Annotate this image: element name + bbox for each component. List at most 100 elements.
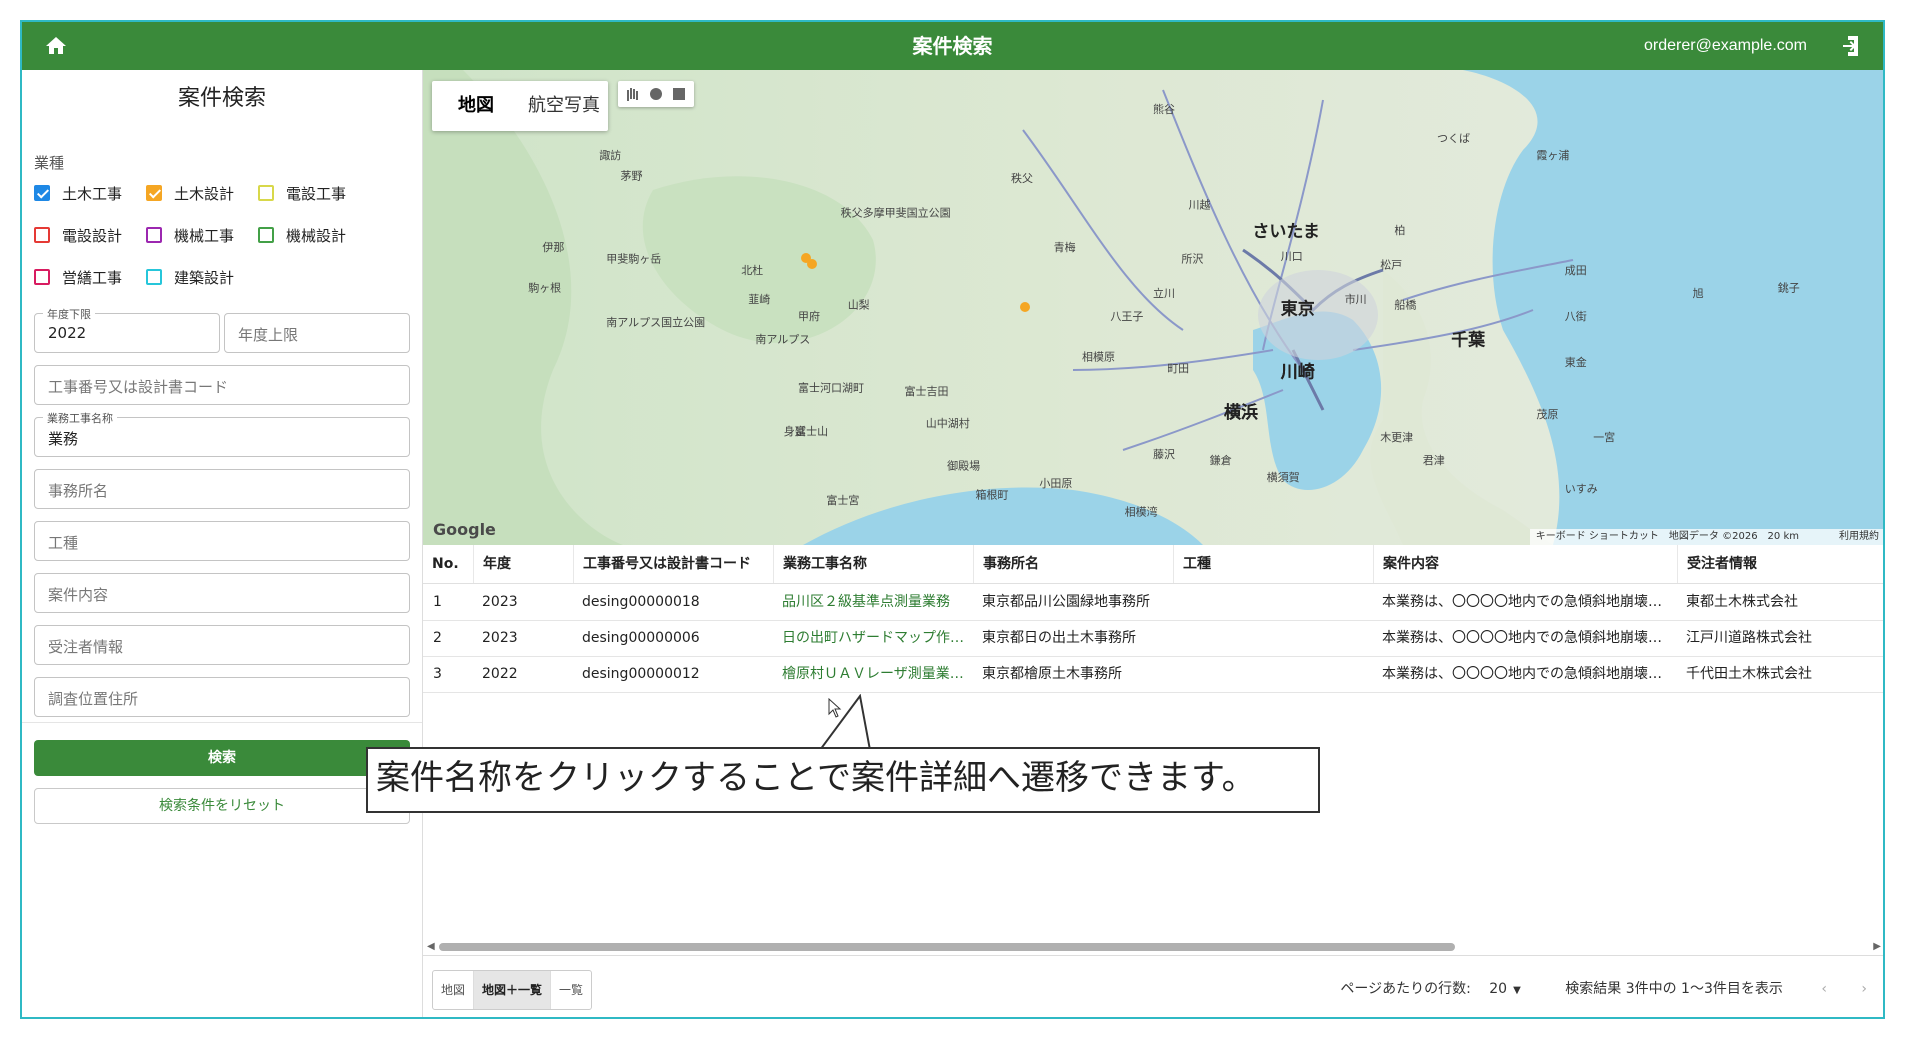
checkbox-icon[interactable]	[258, 227, 274, 243]
checkbox-kikai-sekkei[interactable]: 機械設計	[258, 222, 346, 248]
map-place-label: 富士河口湖町	[798, 380, 864, 394]
checkbox-icon[interactable]	[146, 269, 162, 285]
office-field[interactable]: 事務所名	[34, 469, 410, 509]
map-place-label: 伊那	[542, 241, 564, 254]
checkbox-icon[interactable]	[34, 269, 50, 285]
col-year[interactable]: 年度	[473, 545, 573, 583]
map-view[interactable]: 熊谷 さいたま 川口 東京 千葉 川崎 横浜 八王子 相模原 船橋 横須賀 藤沢 富士山 甲府 秩父 つくば成…	[423, 70, 1885, 545]
checkbox-icon[interactable]	[258, 185, 274, 201]
checkbox-label: 機械工事	[174, 226, 235, 245]
search-button[interactable]: 検索	[34, 740, 410, 776]
scroll-left-arrow[interactable]: ◀	[427, 941, 435, 952]
map-place-label: 船橋	[1394, 298, 1416, 312]
map-place-label: 山梨	[848, 298, 870, 312]
table-row[interactable]: 2 2023 desing00000006 日の出町ハザードマップ作… 東京都日…	[423, 620, 1883, 657]
cell-content: 本業務は、〇〇〇〇地内での急傾斜地崩壊…	[1382, 630, 1662, 646]
hand-icon[interactable]	[627, 88, 638, 101]
category-label: 業種	[34, 154, 65, 172]
checkbox-doboku-sekkei[interactable]: 土木設計	[146, 180, 234, 206]
map-tab-aerial[interactable]: 航空写真	[520, 81, 608, 131]
user-email: orderer@example.com	[1644, 37, 1807, 54]
col-office[interactable]: 事務所名	[973, 545, 1173, 583]
map-place-label: 秩父多摩甲斐国立公園	[841, 206, 951, 220]
col-no[interactable]: No.	[423, 545, 473, 583]
cell-contractor: 東都土木株式会社	[1686, 594, 1798, 610]
checkbox-icon[interactable]	[34, 227, 50, 243]
work-type-field[interactable]: 工種	[34, 521, 410, 561]
checkbox-label: 機械設計	[286, 226, 347, 245]
col-code[interactable]: 工事番号又は設計書コード	[573, 545, 773, 583]
map-place-label: 柏	[1394, 223, 1405, 237]
map-place-label: 所沢	[1181, 252, 1203, 266]
scroll-right-arrow[interactable]: ▶	[1873, 941, 1881, 952]
checkbox-icon[interactable]	[146, 185, 162, 201]
year-min-field[interactable]: 年度下限 2022	[34, 306, 220, 353]
map-place-label: 北杜	[741, 263, 763, 277]
checkbox-kenchiku-sekkei[interactable]: 建築設計	[146, 264, 234, 290]
project-name-link[interactable]: 品川区２級基準点測量業務	[782, 584, 967, 620]
year-max-field[interactable]: 年度上限	[224, 313, 410, 353]
next-page-icon[interactable]: ›	[1861, 981, 1867, 997]
cell-contractor: 江戸川道路株式会社	[1686, 630, 1812, 646]
project-name-field[interactable]: 業務工事名称 業務	[34, 410, 410, 457]
office-placeholder: 事務所名	[48, 482, 109, 500]
table-row[interactable]: 3 2022 desing00000012 檜原村ＵＡＶレーザ測量業… 東京都檜…	[423, 656, 1883, 693]
rows-per-page-label: ページあたりの行数:	[1340, 981, 1471, 997]
checkbox-icon[interactable]	[34, 185, 50, 201]
callout-annotation: 案件名称をクリックすることで案件詳細へ遷移できます。	[366, 747, 1320, 813]
cell-work-type	[1182, 584, 1372, 620]
contractor-placeholder: 受注者情報	[48, 638, 124, 656]
checkbox-densetsu-sekkei[interactable]: 電設設計	[34, 222, 122, 248]
checkbox-icon[interactable]	[146, 227, 162, 243]
project-marker[interactable]	[807, 259, 817, 269]
map-place-label: 鎌倉	[1210, 453, 1232, 467]
project-marker[interactable]	[1020, 302, 1030, 312]
map-place-label: 銚子	[1778, 280, 1800, 294]
map-tab-map[interactable]: 地図	[432, 81, 520, 131]
view-toggle: 地図 地図＋一覧 一覧	[432, 970, 593, 1010]
cell-contractor: 千代田土木株式会社	[1686, 666, 1812, 682]
map-place-label: 甲斐駒ヶ岳	[606, 253, 661, 266]
map-place-label: 東京	[1281, 298, 1315, 319]
view-map-button[interactable]: 地図	[433, 971, 475, 1009]
cell-content: 本業務は、〇〇〇〇地内での急傾斜地崩壊…	[1382, 666, 1662, 682]
circle-tool-icon[interactable]	[650, 88, 662, 100]
col-content[interactable]: 案件内容	[1373, 545, 1677, 583]
code-field[interactable]: 工事番号又は設計書コード	[34, 365, 410, 405]
checkbox-label: 電設設計	[62, 226, 123, 245]
contractor-field[interactable]: 受注者情報	[34, 625, 410, 665]
reset-button[interactable]: 検索条件をリセット	[34, 788, 410, 824]
content-field[interactable]: 案件内容	[34, 573, 410, 613]
rectangle-tool-icon[interactable]	[673, 88, 685, 100]
col-contractor[interactable]: 受注者情報	[1677, 545, 1883, 583]
map-place-label: 川越	[1189, 197, 1211, 211]
rows-per-page-select[interactable]: 20 ▼	[1489, 981, 1521, 997]
view-both-button[interactable]: 地図＋一覧	[474, 971, 552, 1009]
cell-no: 2	[433, 630, 442, 646]
prev-page-icon[interactable]: ‹	[1821, 981, 1827, 997]
col-work-type[interactable]: 工種	[1173, 545, 1373, 583]
map-footer[interactable]: キーボード ショートカット 地図データ ©2026 20 km 利用規約	[1529, 529, 1883, 545]
view-list-button[interactable]: 一覧	[551, 971, 591, 1009]
location-field[interactable]: 調査位置住所	[34, 677, 410, 717]
mouse-cursor-icon	[828, 698, 842, 718]
project-name-link[interactable]: 日の出町ハザードマップ作…	[782, 620, 967, 656]
checkbox-doboku-koji[interactable]: 土木工事	[34, 180, 122, 206]
project-name-link[interactable]: 檜原村ＵＡＶレーザ測量業…	[782, 656, 967, 692]
checkbox-kikai-koji[interactable]: 機械工事	[146, 222, 234, 248]
table-row[interactable]: 1 2023 desing00000018 品川区２級基準点測量業務 東京都品川…	[423, 584, 1883, 621]
map-place-label: つくば	[1437, 132, 1470, 145]
logout-icon[interactable]	[1837, 34, 1861, 58]
map-draw-tools	[618, 81, 694, 107]
col-name[interactable]: 業務工事名称	[773, 545, 973, 583]
map-place-label: 旭	[1693, 286, 1704, 300]
project-name-label: 業務工事名称	[43, 410, 117, 426]
checkbox-eizen-koji[interactable]: 営繕工事	[34, 264, 122, 290]
map-place-label: 秩父	[1011, 172, 1033, 185]
cell-year: 2022	[482, 666, 518, 682]
map-place-label: 横須賀	[1267, 470, 1300, 484]
map-canvas[interactable]: 熊谷さいたま川口東京千葉川崎横浜八王子相模原船橋横須賀藤沢富士山甲府秩父つくば成…	[423, 70, 1885, 545]
location-placeholder: 調査位置住所	[48, 690, 139, 708]
horizontal-scrollbar[interactable]	[439, 943, 1455, 951]
checkbox-densetsu-koji[interactable]: 電設工事	[258, 180, 346, 206]
